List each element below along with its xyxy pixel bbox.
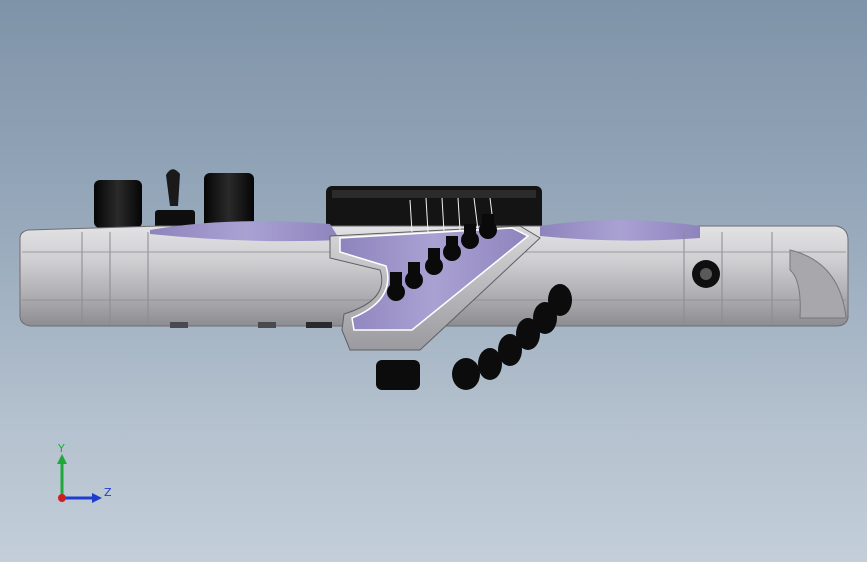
guitar-body-3d-model[interactable]	[0, 0, 867, 562]
coordinate-triad: Y Z	[57, 442, 112, 503]
x-axis-icon	[58, 494, 66, 502]
3d-viewport[interactable]: Y Z	[0, 0, 867, 562]
tone-knob	[204, 173, 254, 229]
body-top-right	[540, 220, 700, 241]
volume-knob	[94, 180, 142, 228]
y-axis-label: Y	[57, 442, 65, 455]
z-axis-label: Z	[104, 486, 112, 499]
toggle-switch	[166, 169, 180, 206]
